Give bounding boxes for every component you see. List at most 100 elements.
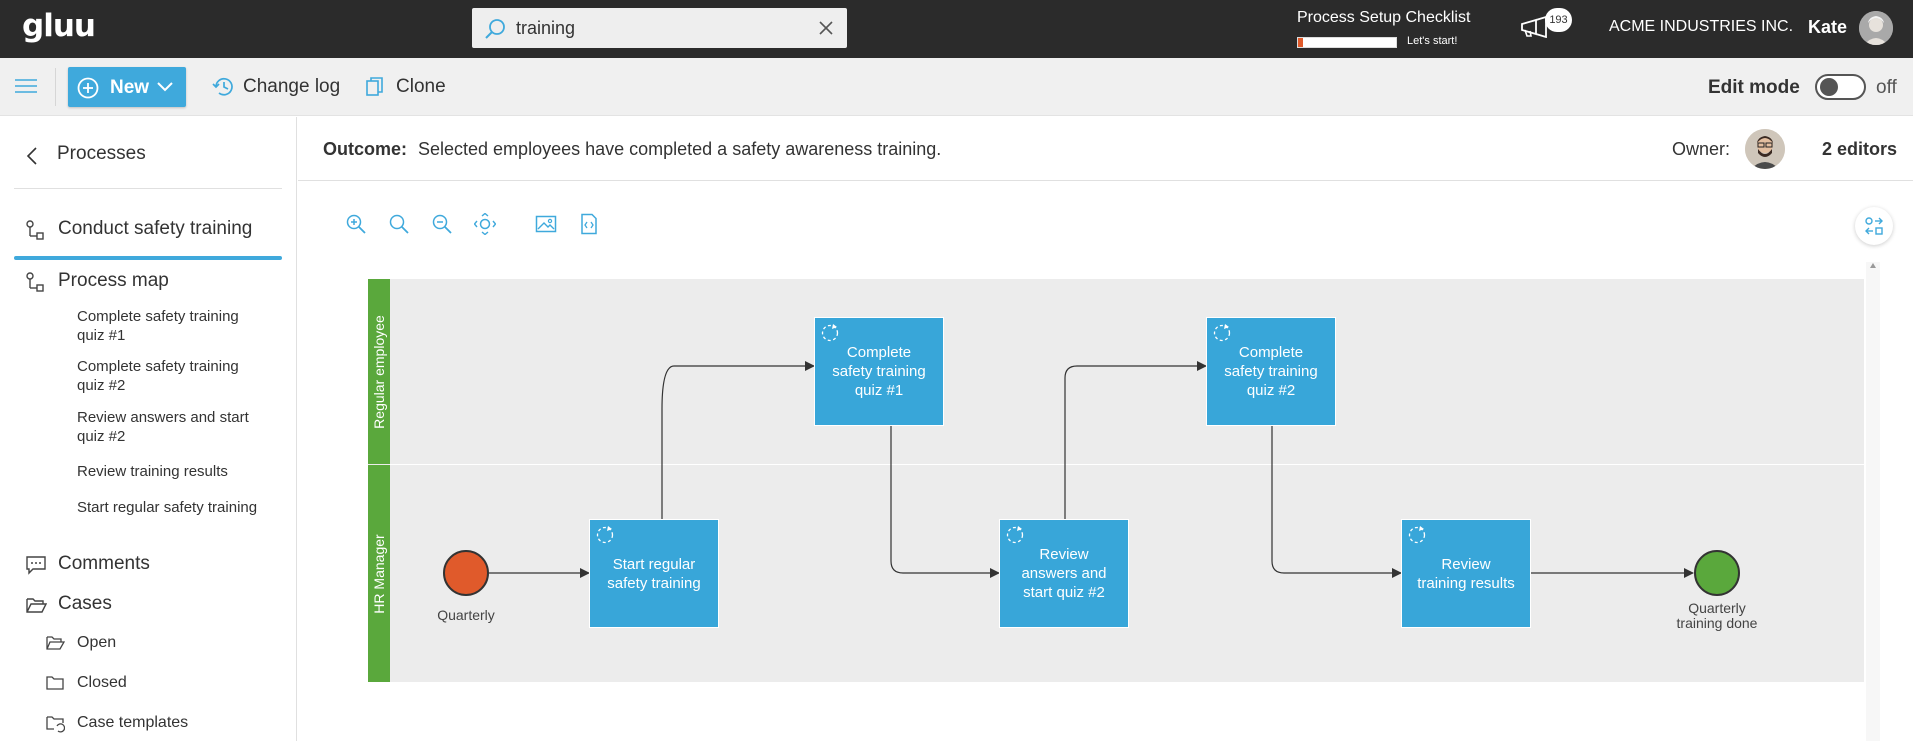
owner-label: Owner: [1672,139,1731,159]
zoom-reset-icon[interactable] [388,213,410,235]
task-label: Complete safety training quiz #1 [832,344,926,399]
company-name[interactable]: ACME INDUSTRIES INC. [1609,18,1793,36]
end-event-label-line: training done [1676,615,1758,631]
comment-icon [26,556,46,575]
diagram-scrollbar[interactable] [1866,262,1880,741]
process-setup-checklist[interactable]: Process Setup Checklist Let's start! [1297,9,1471,48]
clone-icon [366,77,383,96]
end-event[interactable] [1694,550,1740,596]
loop-icon [596,526,614,544]
sidebar-divider [14,188,282,189]
top-bar: gluu Process Setup Checklist Let's start… [0,0,1913,58]
zoom-in-icon[interactable] [345,213,367,235]
flow-task4-to-task5 [1271,426,1402,578]
start-event-label: Quarterly [437,607,495,623]
user-name[interactable]: Kate [1808,17,1847,38]
export-code-icon[interactable] [578,213,600,235]
back-label: Processes [57,143,146,164]
search-box[interactable] [472,8,847,48]
change-log-label: Change log [243,76,341,97]
process-map-icon [26,272,44,292]
user-avatar[interactable] [1859,11,1893,45]
process-map-item[interactable]: Start regular safety training [77,498,267,517]
task-label: Review training results [1417,555,1515,592]
history-icon [212,77,233,96]
task-complete-safety-training-quiz-1[interactable]: Complete safety training quiz #1 [814,317,944,426]
checklist-progress-fill [1298,38,1303,47]
checklist-title: Process Setup Checklist [1297,9,1471,26]
task-label: Review answers and start quiz #2 [1021,546,1107,601]
outcome-label: Outcome: [323,139,408,159]
active-indicator [14,256,282,260]
sidebar-item-label: Conduct safety training [58,218,253,239]
process-map-item[interactable]: Review answers and start quiz #2 [77,408,267,446]
task-review-answers-and-start-quiz-2[interactable]: Review answers and start quiz #2 [999,519,1129,628]
diagram-switch-icon [1865,217,1883,235]
toggle-knob [1820,78,1838,96]
flow-task3-to-task4 [1064,361,1207,519]
new-button[interactable]: New [68,67,186,107]
flow-task2-to-task3 [890,426,1000,578]
editors-count[interactable]: 2 editors [1822,139,1897,160]
edit-mode-label: Edit mode [1708,77,1800,98]
process-map-item[interactable]: Complete safety training quiz #2 [77,357,267,395]
folder-template-icon [46,716,65,733]
fit-to-screen-icon[interactable] [474,213,496,235]
task-review-training-results[interactable]: Review training results [1401,519,1531,628]
clone-label: Clone [396,76,446,97]
plus-circle-icon [77,77,99,99]
loop-icon [1006,526,1024,544]
sidebar-item-label: Comments [58,553,150,574]
edit-mode-toggle[interactable] [1815,74,1866,100]
folder-open-icon [26,598,47,613]
clone-button[interactable]: Clone [364,76,446,98]
export-image-icon[interactable] [535,213,557,235]
checklist-cta[interactable]: Let's start! [1407,35,1457,47]
owner-avatar[interactable] [1745,129,1785,169]
process-map-item[interactable]: Review training results [77,462,267,481]
start-event[interactable] [443,550,489,596]
cases-item-open[interactable]: Open [45,634,116,652]
outcome-bar: Outcome: Selected employees have complet… [298,117,1913,181]
cases-item-closed[interactable]: Closed [45,674,127,692]
gluu-logo[interactable]: gluu [22,8,96,44]
scroll-up-icon[interactable] [1869,262,1877,270]
end-event-label: Quarterly training done [1667,601,1767,631]
clear-search-icon[interactable] [817,19,835,37]
sidebar-item-label: Process map [58,270,169,291]
sidebar-item-comments[interactable]: Comments [25,553,150,575]
sidebar-item-cases[interactable]: Cases [25,593,112,615]
sidebar-item-process-map[interactable]: Process map [25,270,169,292]
process-icon [26,220,44,240]
flow-task1-to-task2 [661,361,815,519]
loop-icon [1408,526,1426,544]
checklist-progress-bar [1297,37,1397,48]
chevron-down-icon [157,82,173,92]
cases-item-label: Closed [77,674,127,691]
loop-icon [1213,324,1231,342]
toolbar: New Change log Clone Edit mode off [0,58,1913,116]
search-icon [485,19,505,39]
change-log-button[interactable]: Change log [211,76,340,98]
edit-mode-state: off [1876,77,1897,98]
back-to-processes[interactable]: Processes [25,143,146,165]
cases-item-label: Open [77,634,117,651]
task-label: Complete safety training quiz #2 [1224,344,1318,399]
sidebar-item-conduct-safety-training[interactable]: Conduct safety training [25,218,252,240]
cases-item-case-templates[interactable]: Case templates [45,714,188,733]
search-input[interactable] [516,14,796,42]
sidebar: Processes Conduct safety training Proces… [0,117,297,741]
chevron-left-icon [26,147,37,165]
outcome-text: Selected employees have completed a safe… [418,139,942,159]
process-map-item[interactable]: Complete safety training quiz #1 [77,307,267,345]
loop-icon [821,324,839,342]
notification-badge[interactable]: 193 [1545,8,1572,32]
end-event-label-line: Quarterly [1688,600,1746,616]
zoom-out-icon[interactable] [431,213,453,235]
new-button-label: New [110,77,150,98]
task-start-regular-safety-training[interactable]: Start regular safety training [589,519,719,628]
hamburger-menu-icon[interactable] [15,78,37,94]
task-complete-safety-training-quiz-2[interactable]: Complete safety training quiz #2 [1206,317,1336,426]
diagram-options-button[interactable] [1855,207,1893,245]
process-diagram: Regular employee HR Manager Quarterly St… [368,279,1864,682]
